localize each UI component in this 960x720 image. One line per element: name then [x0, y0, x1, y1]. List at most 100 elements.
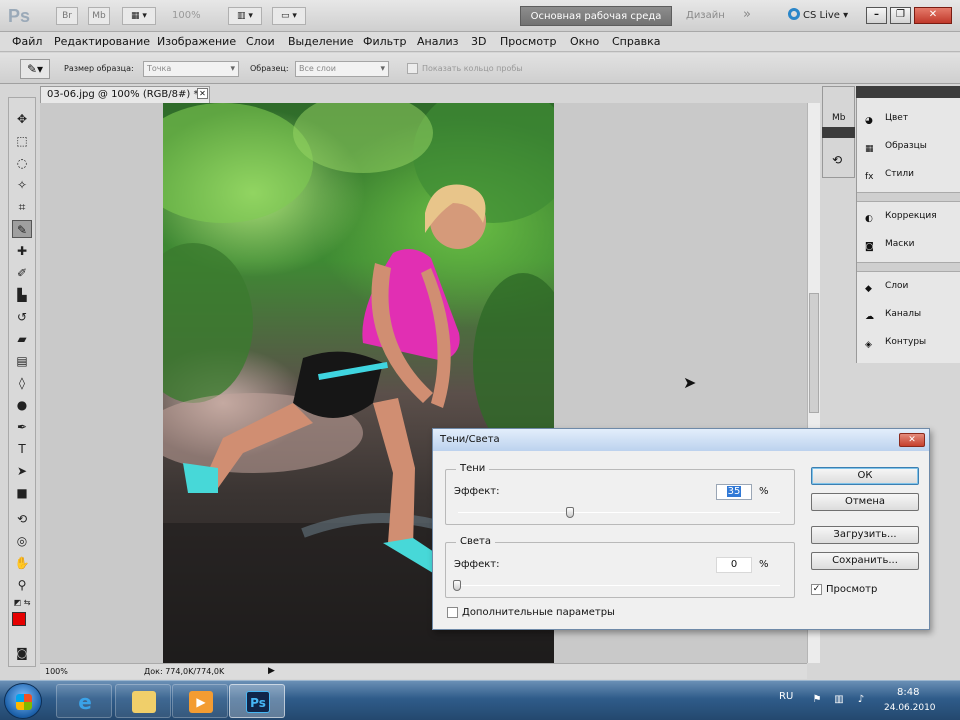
- save-button[interactable]: Сохранить...: [811, 552, 919, 570]
- panel-separator: [857, 192, 960, 202]
- highlights-slider-track[interactable]: [458, 585, 780, 586]
- shadows-legend: Тени: [456, 463, 490, 474]
- highlights-slider-thumb[interactable]: [453, 580, 461, 591]
- scrollbar-thumb[interactable]: [809, 293, 819, 413]
- menu-select[interactable]: Выделение: [288, 35, 354, 48]
- menu-3d[interactable]: 3D: [471, 35, 486, 48]
- start-button[interactable]: [4, 683, 42, 719]
- more-workspaces-icon[interactable]: »: [743, 7, 751, 22]
- close-window-button[interactable]: ✕: [914, 7, 952, 24]
- extras-dropdown[interactable]: ▦ ▾: [122, 7, 156, 25]
- status-menu-arrow[interactable]: ▶: [268, 666, 275, 676]
- sample-select[interactable]: Все слои: [295, 61, 389, 77]
- history-brush-tool-icon[interactable]: ↺: [12, 308, 32, 326]
- taskbar-photoshop[interactable]: Ps: [229, 684, 285, 718]
- hand-tool-icon[interactable]: ✋: [12, 554, 32, 572]
- sample-size-select[interactable]: Точка: [143, 61, 239, 77]
- highlights-effect-label: Эффект:: [454, 559, 500, 570]
- preview-checkbox[interactable]: ✓: [811, 584, 822, 595]
- panel-swatches[interactable]: ▦ Образцы: [865, 136, 927, 156]
- menu-filter[interactable]: Фильтр: [363, 35, 407, 48]
- move-tool-icon[interactable]: ✥: [12, 110, 32, 128]
- swap-colors-icon[interactable]: ◩ ⇆: [12, 594, 32, 612]
- taskbar-internet-explorer[interactable]: e: [56, 684, 112, 718]
- blur-tool-icon[interactable]: ◊: [12, 374, 32, 392]
- pen-tool-icon[interactable]: ✒: [12, 418, 32, 436]
- minimize-button[interactable]: –: [866, 7, 887, 24]
- 3d-rotate-tool-icon[interactable]: ⟲: [12, 510, 32, 528]
- shadows-slider-thumb[interactable]: [565, 507, 574, 518]
- panel-styles[interactable]: fx Стили: [865, 164, 914, 184]
- panel-separator: [857, 262, 960, 272]
- menu-image[interactable]: Изображение: [157, 35, 236, 48]
- menu-window[interactable]: Окно: [570, 35, 599, 48]
- panel-channels[interactable]: ☁ Каналы: [865, 304, 921, 324]
- workspace-design-button[interactable]: Дизайн: [686, 10, 725, 21]
- menu-help[interactable]: Справка: [612, 35, 660, 48]
- gradient-tool-icon[interactable]: ▤: [12, 352, 32, 370]
- dodge-tool-icon[interactable]: ●: [12, 396, 32, 414]
- more-options-checkbox[interactable]: [447, 607, 458, 618]
- ok-button[interactable]: ОК: [811, 467, 919, 485]
- bridge-button[interactable]: Br: [56, 7, 78, 25]
- cancel-button[interactable]: Отмена: [811, 493, 919, 511]
- document-close-icon[interactable]: ✕: [197, 88, 208, 99]
- taskbar-media-player[interactable]: ▶: [172, 684, 228, 718]
- panel-adjustments[interactable]: ◐ Коррекция: [865, 206, 937, 226]
- arrange-documents-dropdown[interactable]: ▥ ▾: [228, 7, 262, 25]
- panel-color[interactable]: ◕ Цвет: [865, 108, 908, 128]
- eyedropper-tool-icon[interactable]: ✎: [12, 220, 32, 238]
- highlights-amount-input[interactable]: 0: [716, 557, 752, 573]
- cs-live-button[interactable]: CS Live ▾: [788, 8, 848, 21]
- eyedropper-icon: ✎▾: [26, 62, 44, 76]
- cs-live-icon: [788, 8, 800, 20]
- language-indicator[interactable]: RU: [779, 691, 793, 702]
- clock-date[interactable]: 24.06.2010: [884, 703, 936, 713]
- quick-selection-tool-icon[interactable]: ✧: [12, 176, 32, 194]
- type-tool-icon[interactable]: T: [12, 440, 32, 458]
- history-panel-icon[interactable]: ⟲: [832, 153, 842, 167]
- zoom-tool-icon[interactable]: ⚲: [12, 576, 32, 594]
- panel-layers[interactable]: ◆ Слои: [865, 276, 908, 296]
- crop-tool-icon[interactable]: ⌗: [12, 198, 32, 216]
- shape-tool-icon[interactable]: ■: [12, 484, 32, 502]
- eraser-tool-icon[interactable]: ▰: [12, 330, 32, 348]
- taskbar-explorer[interactable]: [115, 684, 171, 718]
- menu-layers[interactable]: Слои: [246, 35, 275, 48]
- tray-volume-icon[interactable]: ♪: [854, 693, 868, 707]
- shadows-amount-input[interactable]: 35: [716, 484, 752, 500]
- shadows-slider-track[interactable]: [458, 512, 780, 513]
- path-selection-tool-icon[interactable]: ➤: [12, 462, 32, 480]
- status-zoom[interactable]: 100%: [45, 667, 68, 676]
- options-bar: ✎▾ Размер образца: Точка Образец: Все сл…: [0, 53, 960, 84]
- zoom-level-dropdown[interactable]: 100%: [172, 10, 201, 21]
- marquee-tool-icon[interactable]: ⬚: [12, 132, 32, 150]
- tool-preset-picker[interactable]: ✎▾: [20, 59, 50, 79]
- menu-edit[interactable]: Редактирование: [54, 35, 150, 48]
- document-tab[interactable]: 03-06.jpg @ 100% (RGB/8#) *: [40, 86, 210, 103]
- dialog-close-button[interactable]: ✕: [899, 433, 925, 447]
- mini-bridge-button[interactable]: Mb: [88, 7, 110, 25]
- tray-network-icon[interactable]: ▥: [832, 693, 846, 707]
- clock-time[interactable]: 8:48: [897, 687, 919, 698]
- brush-tool-icon[interactable]: ✐: [12, 264, 32, 282]
- mini-bridge-panel-icon[interactable]: Mb: [832, 113, 845, 123]
- menu-view[interactable]: Просмотр: [500, 35, 556, 48]
- tray-flag-icon[interactable]: ⚑: [810, 693, 824, 707]
- lasso-tool-icon[interactable]: ◌: [12, 154, 32, 172]
- clone-stamp-tool-icon[interactable]: ▙: [12, 286, 32, 304]
- show-sampling-ring-checkbox[interactable]: [407, 63, 418, 74]
- load-button[interactable]: Загрузить...: [811, 526, 919, 544]
- menu-file[interactable]: Файл: [12, 35, 42, 48]
- panel-paths[interactable]: ◈ Контуры: [865, 332, 926, 352]
- foreground-color-swatch[interactable]: [12, 612, 26, 626]
- panel-masks[interactable]: ◙ Маски: [865, 234, 915, 254]
- screen-mode-dropdown[interactable]: ▭ ▾: [272, 7, 306, 25]
- workspace-essentials-button[interactable]: Основная рабочая среда: [520, 6, 672, 26]
- 3d-orbit-tool-icon[interactable]: ◎: [12, 532, 32, 550]
- menu-analysis[interactable]: Анализ: [417, 35, 459, 48]
- more-options-label: Дополнительные параметры: [462, 607, 615, 618]
- quick-mask-icon[interactable]: ◙: [12, 644, 32, 662]
- healing-brush-tool-icon[interactable]: ✚: [12, 242, 32, 260]
- restore-button[interactable]: ❐: [890, 7, 911, 24]
